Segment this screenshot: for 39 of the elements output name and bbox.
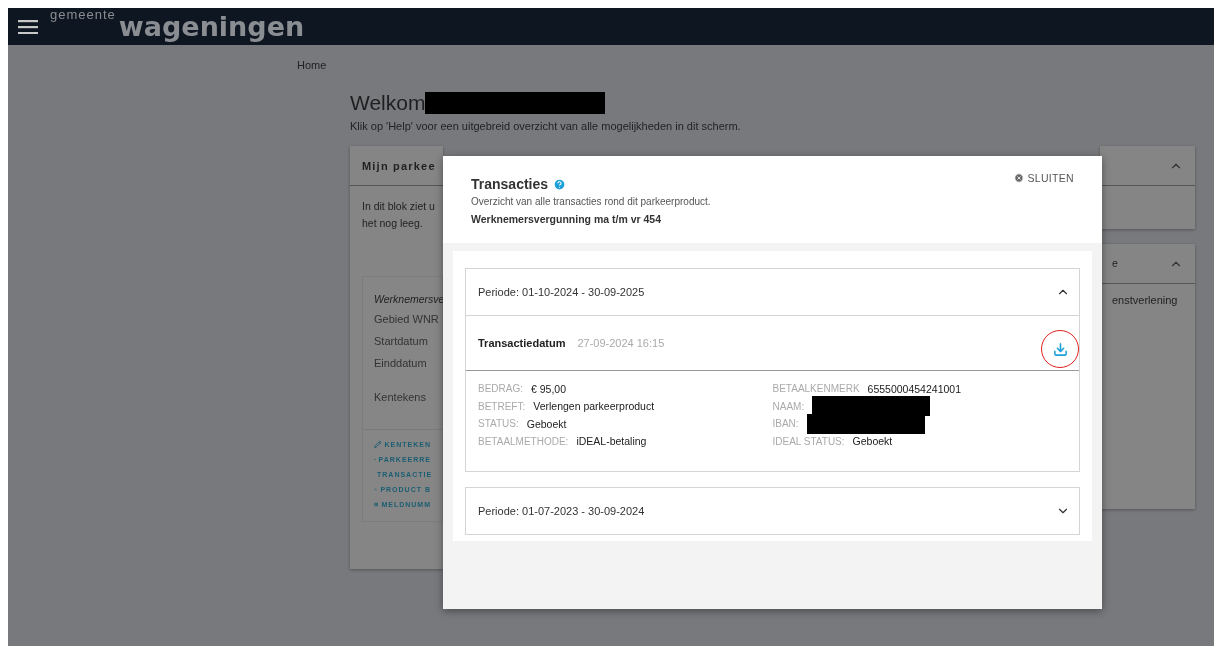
help-icon[interactable] <box>553 177 567 191</box>
field-label: BEDRAG: <box>478 383 523 395</box>
transaction-date-label: Transactiedatum <box>478 337 566 349</box>
transaction-date: 27-09-2024 16:15 <box>577 337 665 349</box>
product-name: Werknemersve <box>374 293 445 305</box>
field-value: Geboekt <box>852 435 893 448</box>
field-value: € 95,00 <box>531 382 567 395</box>
product-field: Gebied WNR <box>374 311 439 327</box>
field-label: BETAALKENMERK <box>772 383 860 395</box>
field-value: Geboekt <box>526 417 567 430</box>
product-name: Werknemersvergunning ma t/m vr 454 <box>471 213 663 225</box>
menu-icon[interactable] <box>18 19 38 34</box>
welcome-subtitle: Klik op 'Help' voor een uitgebreid overzicht van alle mogelijkheden in dit scherm. <box>350 120 742 132</box>
product-field: Startdatum <box>374 333 428 349</box>
dialog-title: Transacties <box>471 176 549 192</box>
field-value: Verlengen parkeerproduct <box>533 400 655 413</box>
logo-text: wageningen <box>118 13 305 40</box>
card-title: Mijn parkee <box>362 159 436 172</box>
dialog-subtitle: Overzicht van alle transacties rond dit parkeerproduct. <box>471 196 711 207</box>
breadcrumb-link[interactable]: Home <box>297 59 327 71</box>
pencil-icon <box>374 440 382 449</box>
download-icon <box>1052 341 1068 357</box>
card-text: enstverlening <box>1111 293 1179 308</box>
field-label: IBAN: <box>772 418 799 430</box>
close-button[interactable]: SLUITEN <box>1013 172 1074 184</box>
field-label: STATUS: <box>478 418 519 430</box>
card-text: het nog leeg. <box>362 216 424 231</box>
welcome-title: Welkom <box>350 91 426 115</box>
field-label: NAAM: <box>772 400 805 412</box>
product-field: Einddatum <box>374 355 427 371</box>
field-label: BETREFT: <box>478 400 526 412</box>
plates-label: Kentekens <box>374 390 426 405</box>
card-title: e <box>1112 256 1118 271</box>
logo-text: gemeente <box>50 7 116 22</box>
field-label: IDEAL STATUS: <box>772 435 845 447</box>
field-value: iDEAL-betaling <box>576 435 647 448</box>
field-value: 6555000454241001 <box>867 382 961 395</box>
field-label: BETAALMETHODE: <box>478 435 569 447</box>
close-icon <box>1013 173 1024 183</box>
